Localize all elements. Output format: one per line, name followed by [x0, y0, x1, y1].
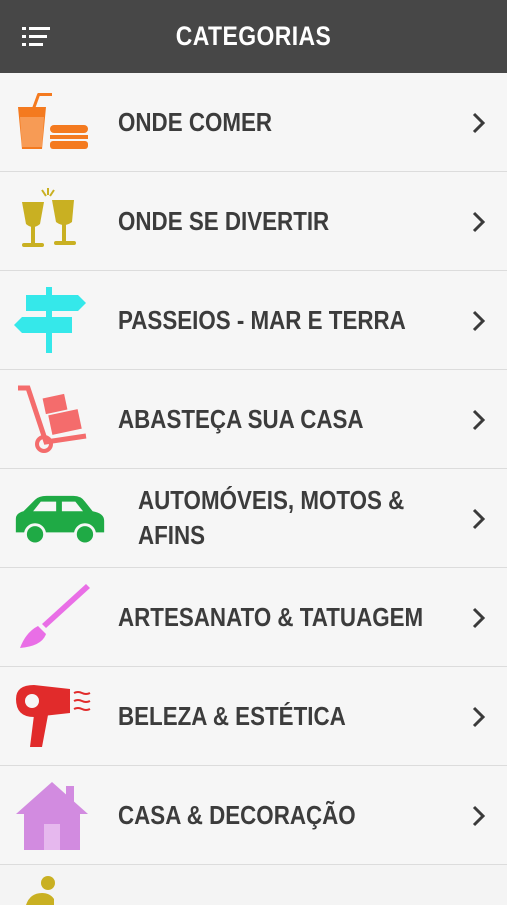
chevron-right-icon — [472, 310, 486, 332]
food-drink-icon — [18, 93, 88, 149]
category-item-beleza[interactable]: BELEZA & ESTÉTICA — [0, 667, 507, 766]
category-label: ONDE COMER — [118, 106, 273, 137]
house-icon — [16, 782, 88, 850]
header-bar: CATEGORIAS — [0, 0, 507, 73]
category-item-partial[interactable] — [0, 865, 507, 905]
chevron-right-icon — [472, 508, 486, 530]
category-label: ABASTEÇA SUA CASA — [118, 403, 364, 434]
category-label: BELEZA & ESTÉTICA — [118, 700, 346, 731]
category-label: PASSEIOS - MAR E TERRA — [118, 304, 406, 335]
category-list: ONDE COMER ONDE SE DIVERTIR PASSEIOS - M… — [0, 73, 507, 905]
category-item-passeios[interactable]: PASSEIOS - MAR E TERRA — [0, 271, 507, 370]
category-item-onde-se-divertir[interactable]: ONDE SE DIVERTIR — [0, 172, 507, 271]
page-title: CATEGORIAS — [175, 21, 332, 51]
category-label: AUTOMÓVEIS, MOTOS & AFINS — [138, 485, 405, 550]
chevron-right-icon — [472, 607, 486, 629]
category-label: ONDE SE DIVERTIR — [118, 205, 330, 236]
list-menu-icon[interactable] — [22, 26, 52, 48]
hand-truck-icon — [18, 385, 87, 453]
chevron-right-icon — [472, 409, 486, 431]
category-item-onde-comer[interactable]: ONDE COMER — [0, 73, 507, 172]
car-icon — [15, 495, 105, 546]
chevron-right-icon — [472, 211, 486, 233]
hair-dryer-icon — [16, 685, 91, 747]
category-label: ARTESANATO & TATUAGEM — [118, 601, 424, 632]
chevron-right-icon — [472, 112, 486, 134]
category-item-abasteca-sua-casa[interactable]: ABASTEÇA SUA CASA — [0, 370, 507, 469]
category-item-automoveis[interactable]: AUTOMÓVEIS, MOTOS & AFINS — [0, 469, 507, 568]
champagne-toast-icon — [22, 188, 76, 247]
chevron-right-icon — [472, 706, 486, 728]
category-item-artesanato[interactable]: ARTESANATO & TATUAGEM — [0, 568, 507, 667]
category-label: CASA & DECORAÇÃO — [118, 799, 356, 830]
chevron-right-icon — [472, 805, 486, 827]
paintbrush-icon — [20, 584, 90, 648]
person-icon — [26, 876, 55, 905]
signpost-icon — [14, 287, 86, 353]
category-item-casa-decoracao[interactable]: CASA & DECORAÇÃO — [0, 766, 507, 865]
